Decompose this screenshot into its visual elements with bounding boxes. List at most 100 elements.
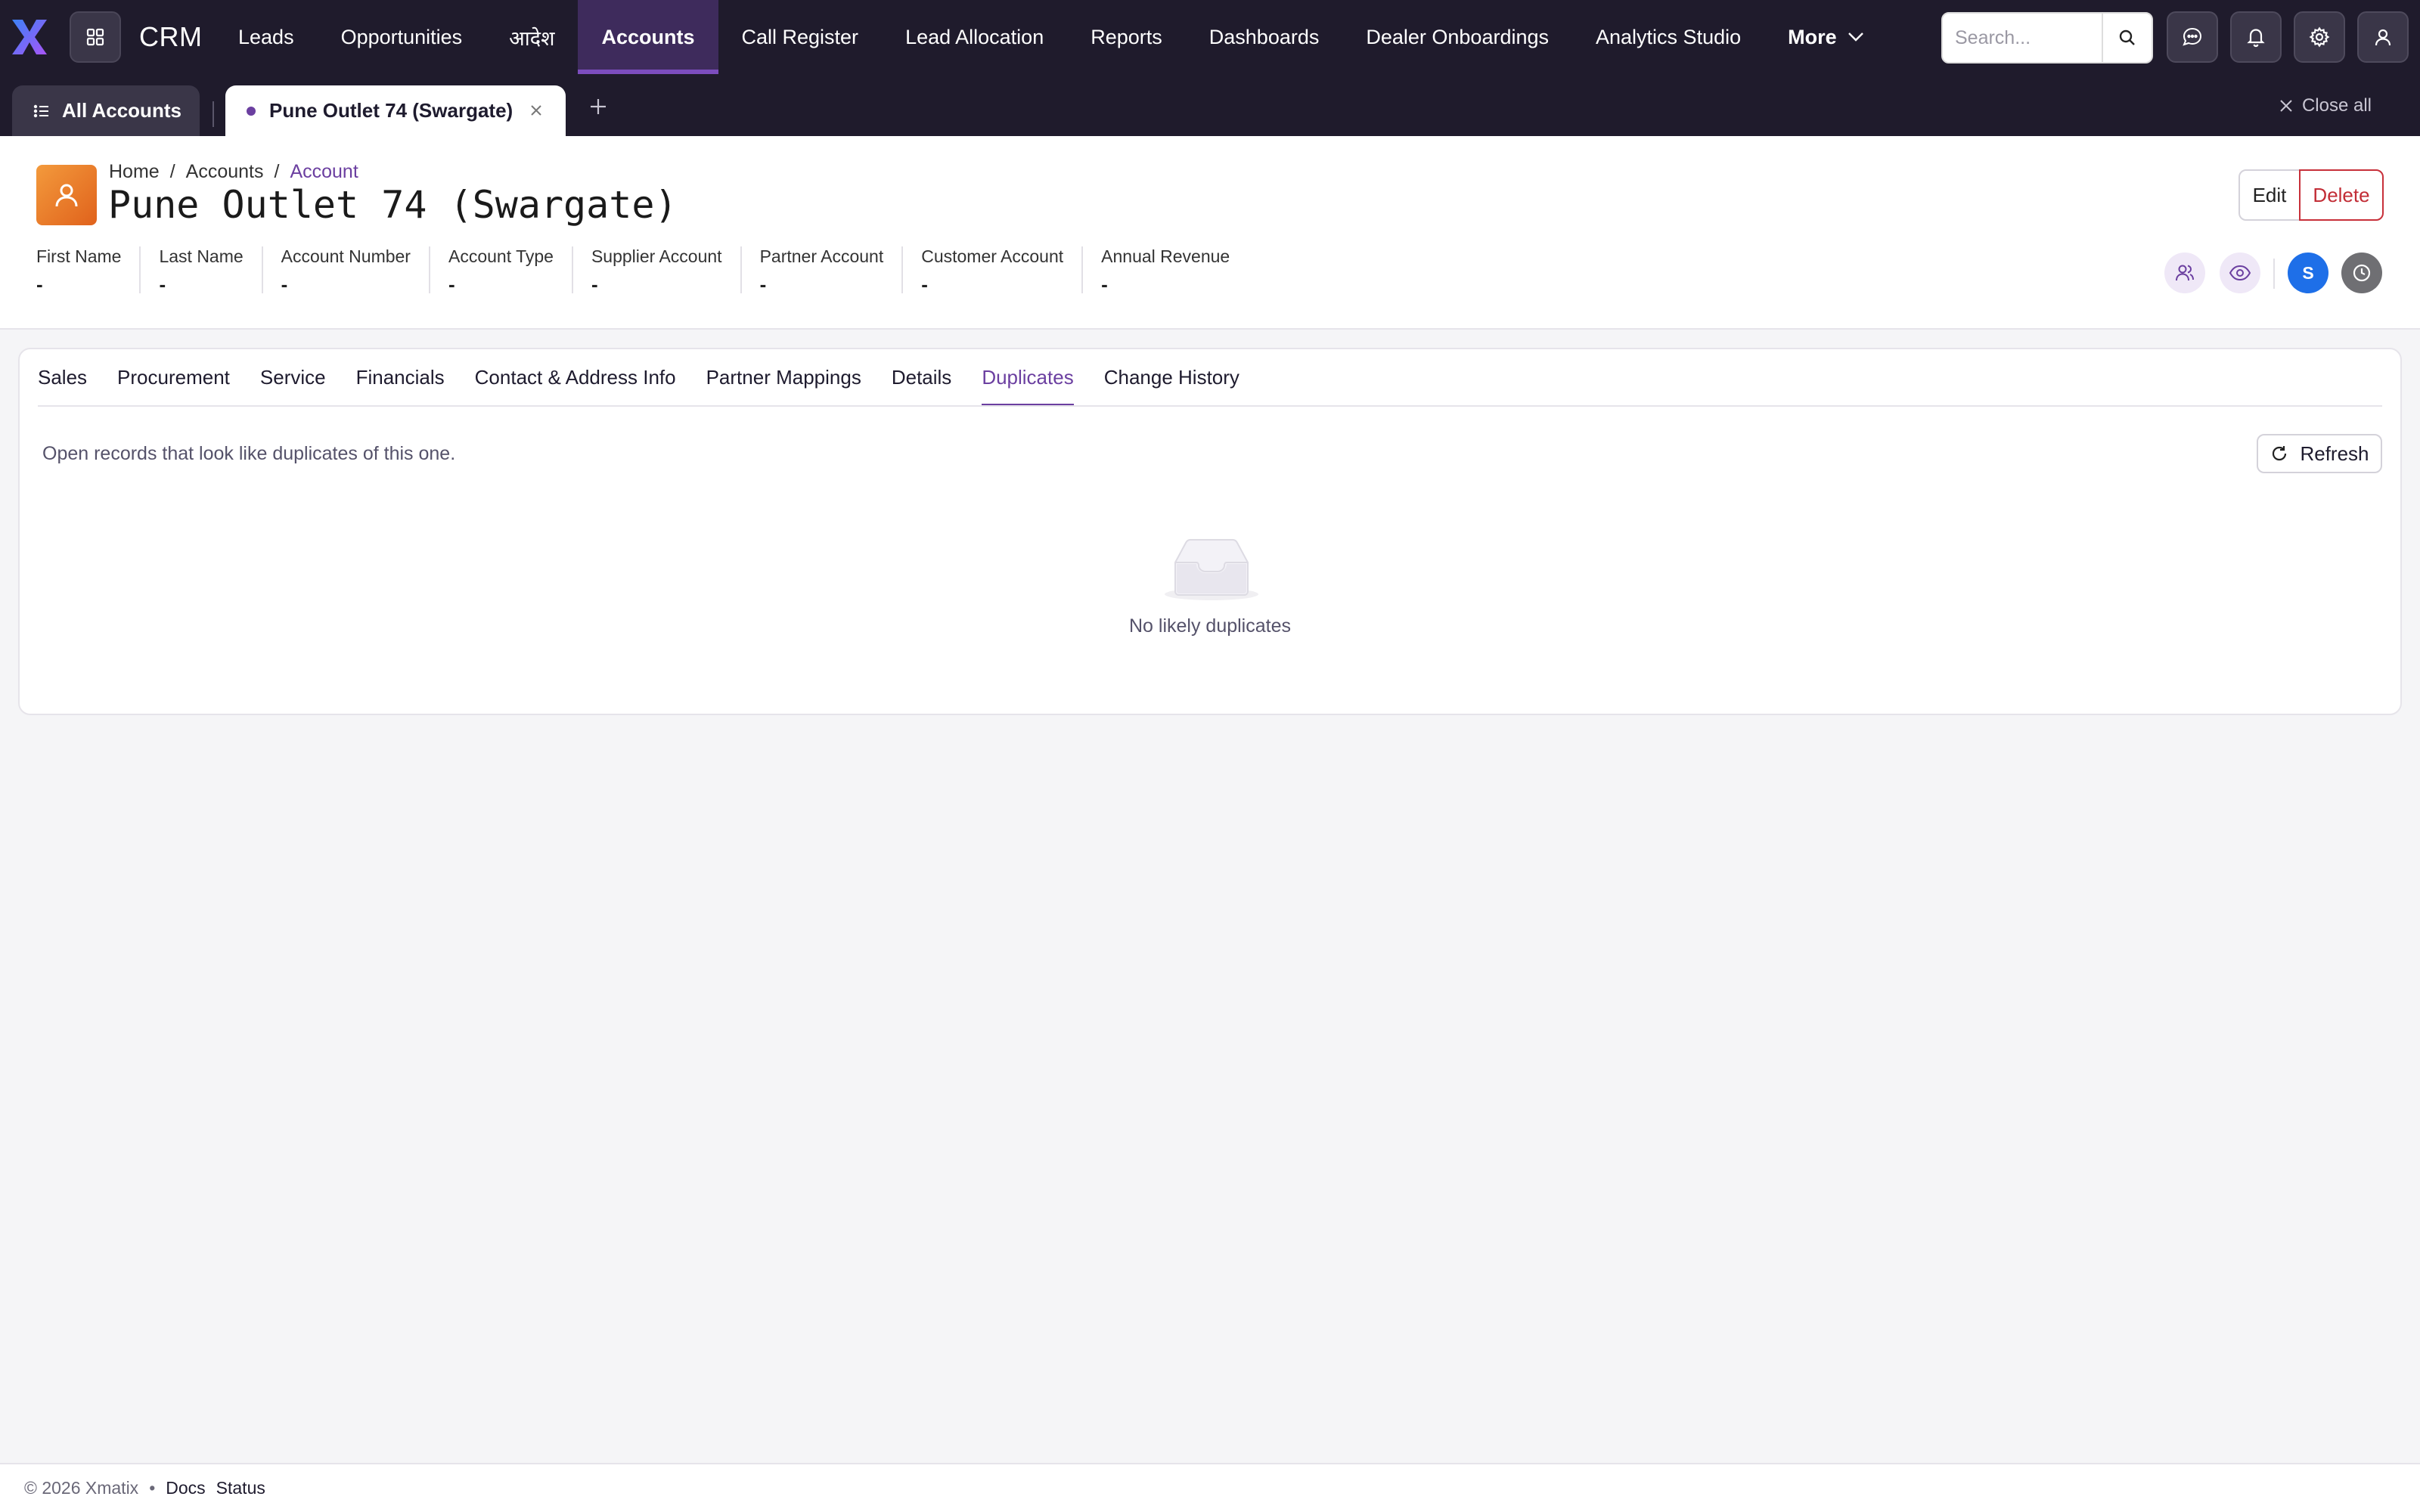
content-card: Sales Procurement Service Financials Con… — [18, 348, 2402, 715]
breadcrumb-home[interactable]: Home — [109, 161, 160, 183]
tab-partner-mappings[interactable]: Partner Mappings — [706, 349, 861, 405]
nav-item-reports[interactable]: Reports — [1067, 0, 1186, 74]
watch-button[interactable] — [2220, 253, 2260, 293]
add-tab-button[interactable] — [588, 97, 608, 116]
close-all-label: Close all — [2301, 95, 2372, 116]
close-all-tabs-button[interactable]: Close all — [2278, 95, 2372, 116]
tab-all-accounts[interactable]: All Accounts — [12, 85, 200, 136]
field-supplier-account: Supplier Account - — [591, 246, 742, 296]
page-title: Pune Outlet 74 (Swargate) — [108, 183, 678, 227]
nav-item-dashboards[interactable]: Dashboards — [1186, 0, 1343, 74]
list-icon — [33, 104, 50, 119]
tab-all-accounts-label: All Accounts — [62, 99, 182, 122]
tab-divider — [213, 101, 214, 127]
field-label: Last Name — [159, 246, 244, 266]
footer-separator: • — [149, 1478, 156, 1498]
field-first-name: First Name - — [36, 246, 141, 296]
tabs-divider — [38, 405, 2382, 407]
refresh-button[interactable]: Refresh — [2257, 434, 2382, 473]
breadcrumb-accounts[interactable]: Accounts — [186, 161, 264, 183]
field-value: - — [759, 273, 767, 296]
copyright: © 2026 Xmatix — [24, 1478, 139, 1498]
nav-item-call-register[interactable]: Call Register — [718, 0, 883, 74]
nav-item-accounts[interactable]: Accounts — [578, 0, 718, 74]
breadcrumb-separator: / — [274, 161, 280, 182]
refresh-label: Refresh — [2300, 442, 2369, 465]
clock-icon — [2351, 262, 2372, 284]
notifications-button[interactable] — [2230, 11, 2282, 63]
nav-more-menu[interactable]: More — [1764, 0, 1888, 74]
search-input[interactable] — [1943, 14, 2102, 62]
field-value: - — [448, 273, 455, 296]
close-tab-icon[interactable] — [528, 102, 544, 119]
global-search — [1941, 12, 2153, 64]
search-button[interactable] — [2102, 14, 2152, 62]
field-annual-revenue: Annual Revenue - — [1101, 246, 1248, 296]
tab-financials[interactable]: Financials — [356, 349, 445, 405]
nav-item-analytics-studio[interactable]: Analytics Studio — [1572, 0, 1764, 74]
field-label: First Name — [36, 246, 122, 266]
field-value: - — [281, 273, 288, 296]
person-icon — [51, 180, 82, 210]
refresh-icon — [2270, 444, 2289, 463]
breadcrumb: Home / Accounts / Account — [109, 161, 358, 183]
close-icon — [2278, 98, 2294, 114]
nav-item-lead-allocation[interactable]: Lead Allocation — [882, 0, 1067, 74]
tab-service[interactable]: Service — [260, 349, 326, 405]
chevron-down-icon — [1848, 32, 1864, 42]
field-label: Account Number — [281, 246, 411, 266]
search-icon — [2118, 29, 2136, 47]
gear-icon — [2309, 26, 2330, 48]
breadcrumb-separator: / — [169, 161, 175, 182]
assign-users-button[interactable] — [2164, 253, 2205, 293]
field-value: - — [159, 273, 166, 296]
field-customer-account: Customer Account - — [921, 246, 1084, 296]
tab-sales[interactable]: Sales — [38, 349, 87, 405]
tab-current-record[interactable]: Pune Outlet 74 (Swargate) — [225, 85, 566, 136]
field-label: Partner Account — [759, 246, 884, 266]
empty-state-text: No likely duplicates — [1129, 615, 1291, 637]
field-label: Supplier Account — [591, 246, 722, 266]
field-label: Account Type — [448, 246, 554, 266]
tab-procurement[interactable]: Procurement — [117, 349, 230, 405]
field-account-type: Account Type - — [448, 246, 573, 296]
user-icon — [2373, 27, 2393, 47]
chat-button[interactable] — [2167, 11, 2218, 63]
top-navbar: CRM Leads Opportunities आदेश Accounts Ca… — [0, 0, 2420, 74]
tab-change-history[interactable]: Change History — [1104, 349, 1239, 405]
field-label: Customer Account — [921, 246, 1064, 266]
bell-icon — [2246, 26, 2266, 48]
docs-link[interactable]: Docs — [166, 1478, 205, 1498]
tab-contact-address-info[interactable]: Contact & Address Info — [475, 349, 676, 405]
plus-icon — [588, 97, 608, 116]
apps-grid-button[interactable] — [70, 11, 121, 63]
record-tabs-bar: All Accounts Pune Outlet 74 (Swargate) C… — [0, 74, 2420, 136]
breadcrumb-current: Account — [290, 161, 358, 182]
delete-button[interactable]: Delete — [2299, 169, 2384, 221]
user-profile-button[interactable] — [2357, 11, 2409, 63]
user-badge[interactable]: S — [2288, 253, 2328, 293]
eye-icon — [2229, 264, 2251, 282]
nav-item-opportunities[interactable]: Opportunities — [318, 0, 486, 74]
main-nav: Leads Opportunities आदेश Accounts Call R… — [215, 0, 1888, 74]
history-button[interactable] — [2341, 253, 2382, 293]
chat-bubble-icon — [2182, 26, 2203, 48]
tab-duplicates[interactable]: Duplicates — [982, 349, 1075, 407]
app-brand: CRM — [139, 21, 203, 52]
status-link[interactable]: Status — [216, 1478, 265, 1498]
tab-details[interactable]: Details — [892, 349, 951, 405]
nav-item-leads[interactable]: Leads — [215, 0, 318, 74]
nav-item-dealer-onboardings[interactable]: Dealer Onboardings — [1342, 0, 1572, 74]
x-logo-icon[interactable] — [9, 17, 50, 57]
summary-fields: First Name - Last Name - Account Number … — [36, 246, 1266, 296]
field-value: - — [921, 273, 928, 296]
tab-current-label: Pune Outlet 74 (Swargate) — [269, 99, 513, 122]
field-value: - — [36, 273, 43, 296]
field-last-name: Last Name - — [159, 246, 263, 296]
grid-icon — [85, 27, 105, 47]
settings-button[interactable] — [2294, 11, 2345, 63]
edit-button[interactable]: Edit — [2238, 169, 2301, 221]
users-icon — [2174, 262, 2195, 284]
nav-item-orders[interactable]: आदेश — [486, 0, 578, 74]
page-footer: © 2026 Xmatix • Docs Status — [0, 1463, 2420, 1512]
